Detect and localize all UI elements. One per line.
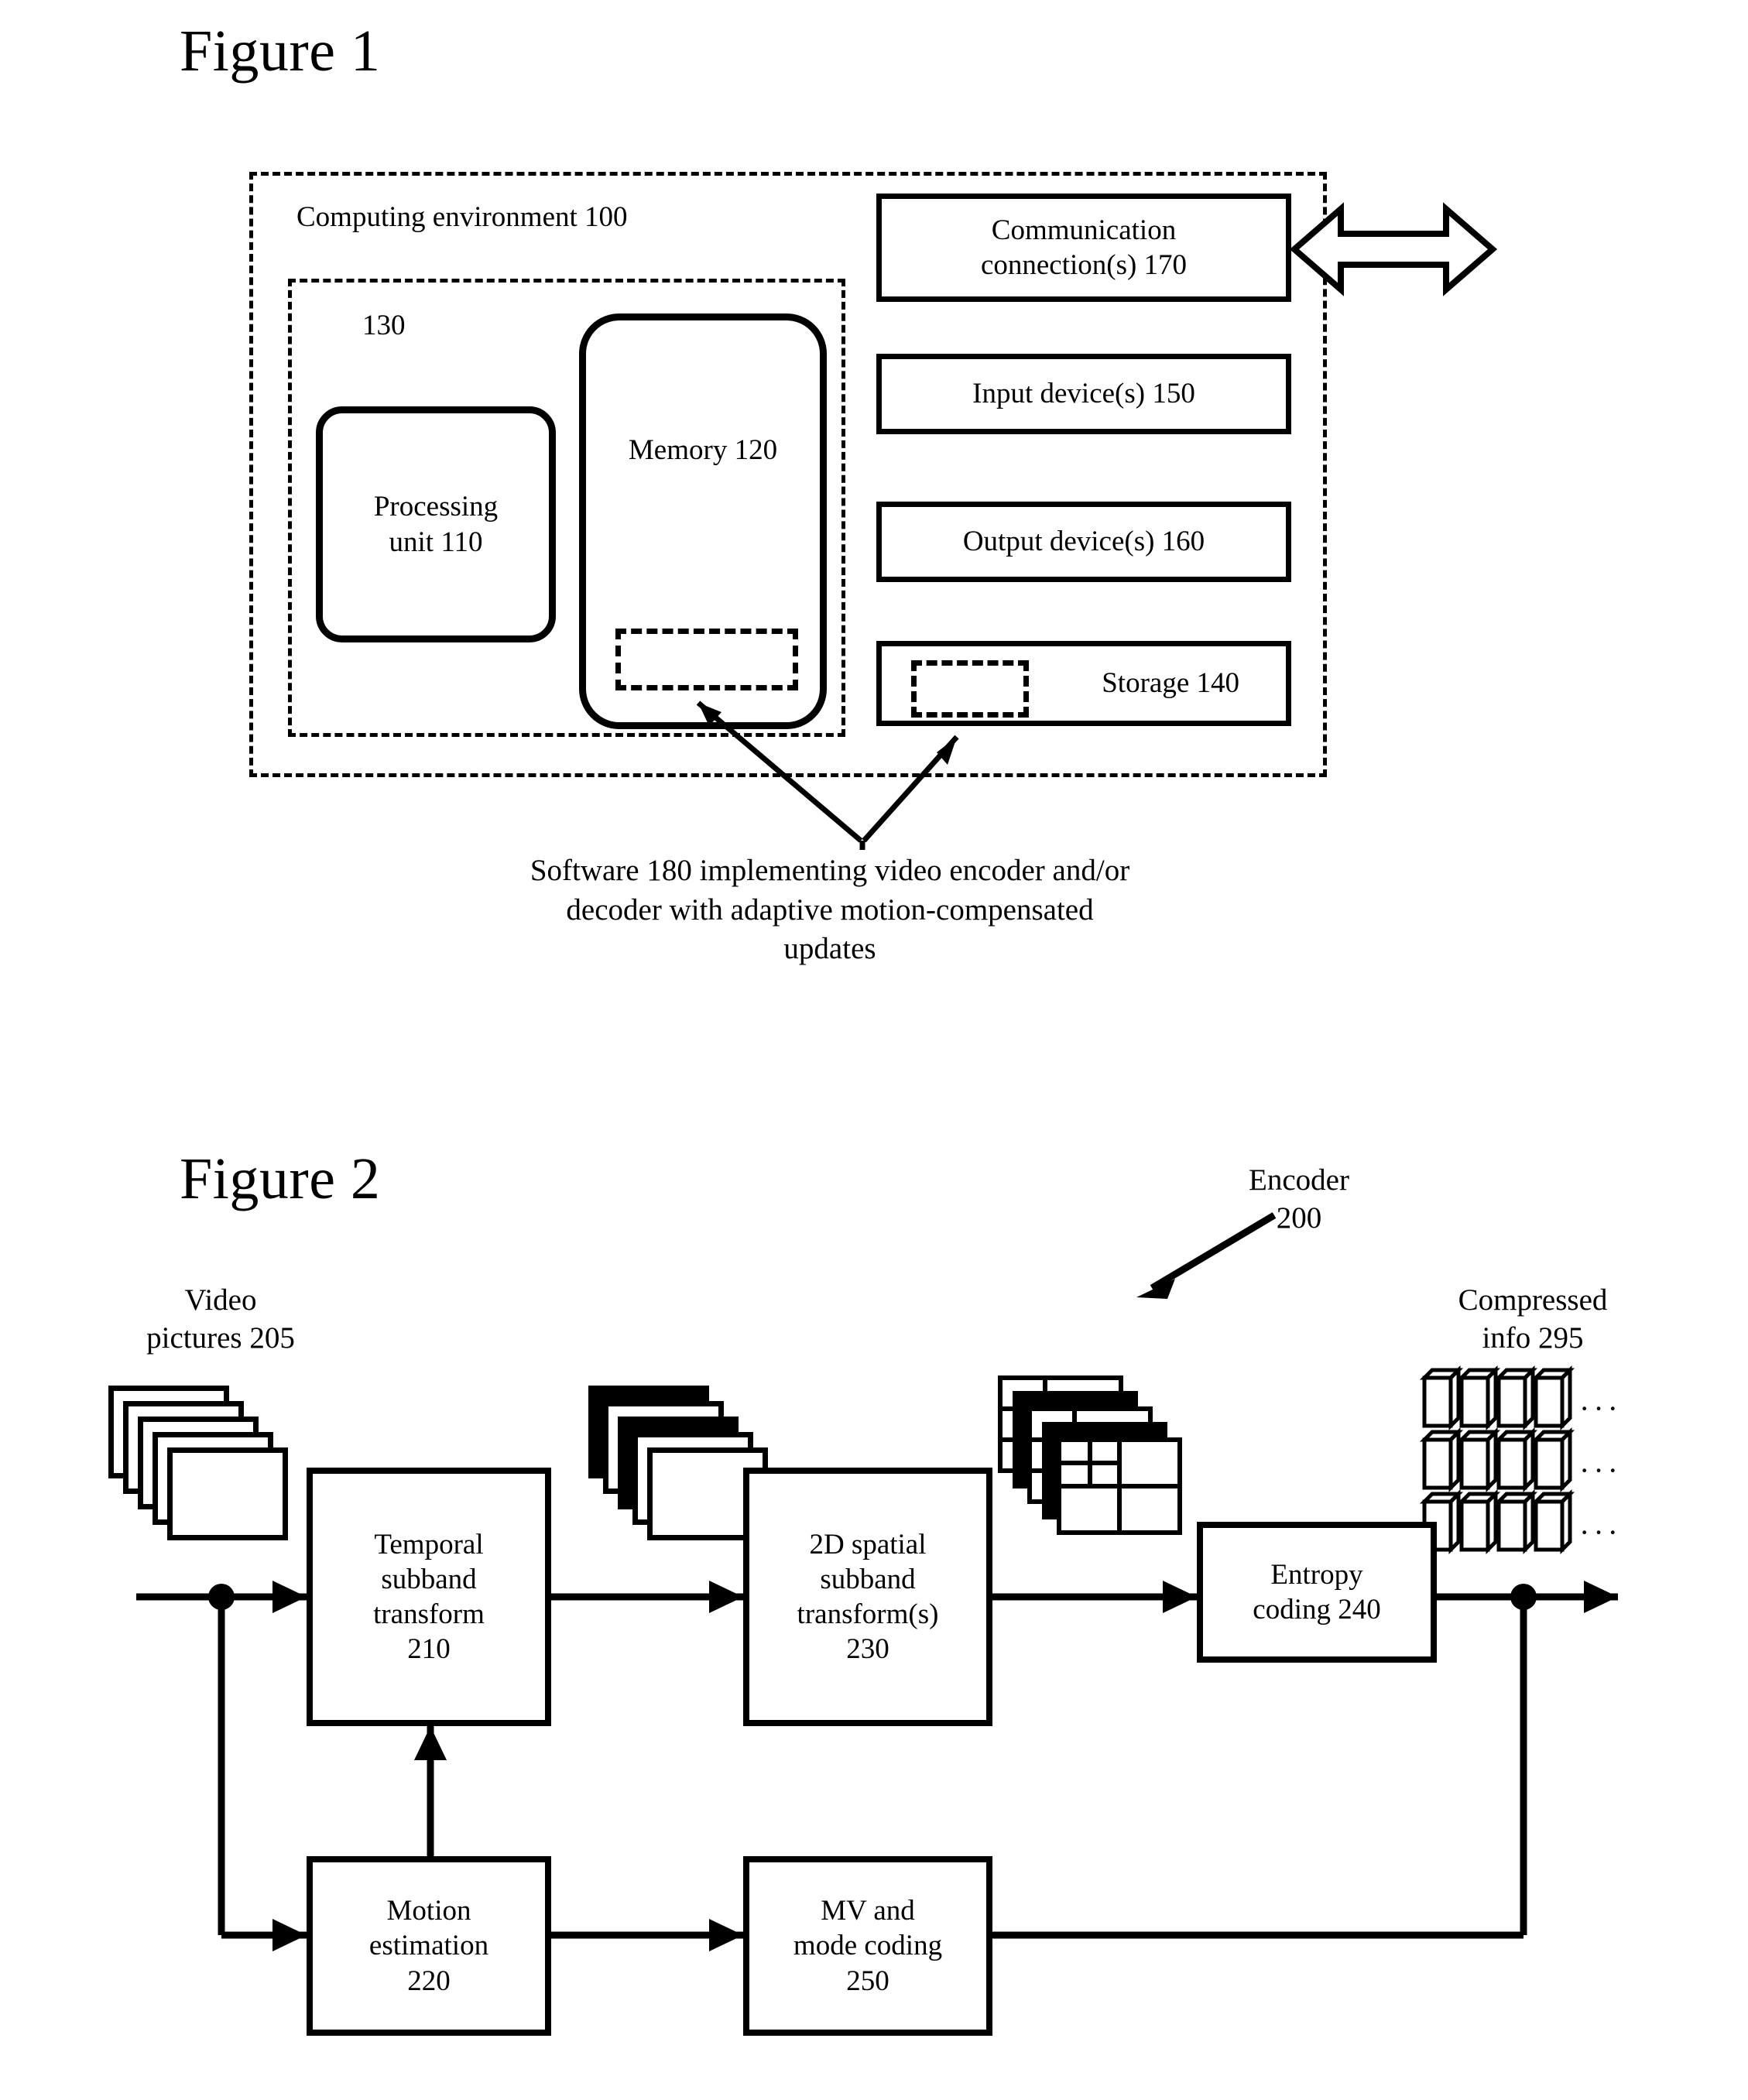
- arrowhead-to-entropy: [1163, 1581, 1197, 1613]
- arrowhead-output: [1584, 1581, 1618, 1613]
- arrowhead-to-mv: [709, 1919, 743, 1951]
- temporal-subband-transform-label: Temporal subband transform 210: [373, 1528, 485, 1666]
- spatial-subband-transform-box: 2D spatial subband transform(s) 230: [743, 1468, 992, 1726]
- arrowhead-to-motion: [272, 1919, 307, 1951]
- mv-mode-coding-box: MV and mode coding 250: [743, 1856, 992, 2036]
- arrowhead-to-temporal: [272, 1581, 307, 1613]
- entropy-coding-label: Entropy coding 240: [1253, 1558, 1381, 1626]
- entropy-coding-box: Entropy coding 240: [1197, 1522, 1437, 1663]
- spatial-subband-transform-label: 2D spatial subband transform(s) 230: [797, 1528, 939, 1666]
- temporal-subband-transform-box: Temporal subband transform 210: [307, 1468, 551, 1726]
- mv-mode-coding-label: MV and mode coding 250: [793, 1895, 943, 1997]
- output-junction-dot: [1510, 1584, 1537, 1610]
- arrowhead-motion-to-temporal: [414, 1726, 447, 1760]
- input-junction-dot: [208, 1584, 235, 1610]
- encoder-flow-lines: [136, 1581, 1618, 1951]
- motion-estimation-box: Motion estimation 220: [307, 1856, 551, 2036]
- motion-estimation-label: Motion estimation 220: [368, 1895, 489, 1997]
- arrowhead-to-spatial: [709, 1581, 743, 1613]
